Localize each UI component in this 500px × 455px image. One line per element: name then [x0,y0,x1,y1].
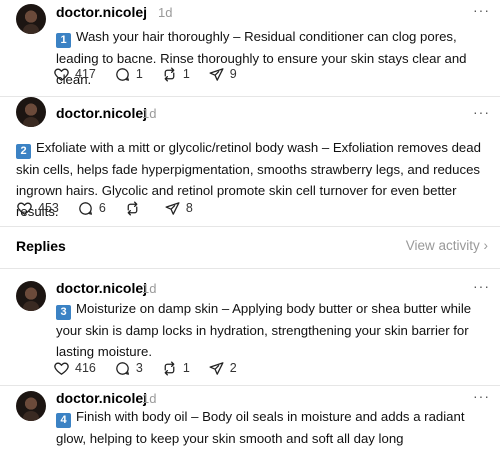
timestamp: 1d [142,106,157,121]
share-button[interactable]: 2 [208,360,237,377]
action-bar: 416 3 1 2 [53,359,255,377]
heart-icon [54,68,69,81]
view-activity-link[interactable]: View activity › [406,238,488,253]
comment-count: 1 [135,67,143,81]
comment-button[interactable]: 6 [77,200,106,217]
comment-icon [79,201,92,215]
number-badge: 1 [56,33,71,48]
repost-count: 1 [182,67,190,81]
post-body: Finish with body oil – Body oil seals in… [56,409,465,446]
more-options-button[interactable]: ··· [473,104,490,120]
repost-icon [164,66,175,82]
divider [0,268,500,269]
username[interactable]: doctor.nicolej [56,390,147,406]
timestamp: 1d [142,281,157,296]
repost-icon [127,200,138,216]
more-options-button[interactable]: ··· [473,2,490,18]
comment-icon [116,361,129,375]
more-options-button[interactable]: ··· [473,388,490,404]
divider [0,96,500,97]
username[interactable]: doctor.nicolej [56,4,147,20]
replies-header: Replies [16,238,66,254]
avatar[interactable] [16,4,46,34]
like-button[interactable]: 453 [16,200,59,217]
heart-icon [54,362,69,375]
like-count: 416 [75,361,96,375]
share-button[interactable]: 8 [164,200,193,217]
post-text: 4 Finish with body oil – Body oil seals i… [56,406,492,449]
more-options-button[interactable]: ··· [473,278,490,294]
post-text: 3 Moisturize on damp skin – Applying body… [56,298,492,362]
comment-count: 3 [135,361,143,375]
send-icon [209,67,224,81]
like-count: 453 [38,201,59,215]
username[interactable]: doctor.nicolej [56,280,147,296]
like-button[interactable]: 416 [53,360,96,377]
repost-icon [164,360,175,376]
comment-count: 6 [98,201,106,215]
number-badge: 3 [56,305,71,320]
timestamp: 1d [158,5,173,20]
comment-button[interactable]: 1 [114,66,143,83]
number-badge: 2 [16,144,31,159]
action-bar: 417 1 1 9 [53,65,255,83]
number-badge: 4 [56,413,71,428]
like-button[interactable]: 417 [53,66,96,83]
action-bar: 453 6 8 [16,199,211,217]
heart-icon [17,202,32,215]
share-count: 9 [229,67,237,81]
send-icon [165,201,180,215]
comment-icon [116,67,129,81]
share-button[interactable]: 9 [208,66,237,83]
share-count: 8 [185,201,193,215]
divider [0,226,500,227]
repost-button[interactable] [124,200,146,217]
username[interactable]: doctor.nicolej [56,105,147,121]
like-count: 417 [75,67,96,81]
repost-button[interactable]: 1 [161,360,190,377]
share-count: 2 [229,361,237,375]
repost-count: 1 [182,361,190,375]
send-icon [209,361,224,375]
timestamp: 1d [142,391,157,406]
repost-button[interactable]: 1 [161,66,190,83]
avatar[interactable] [16,97,46,127]
comment-button[interactable]: 3 [114,360,143,377]
avatar[interactable] [16,281,46,311]
post-body: Moisturize on damp skin – Applying body … [56,301,472,359]
avatar[interactable] [16,391,46,421]
divider [0,385,500,386]
